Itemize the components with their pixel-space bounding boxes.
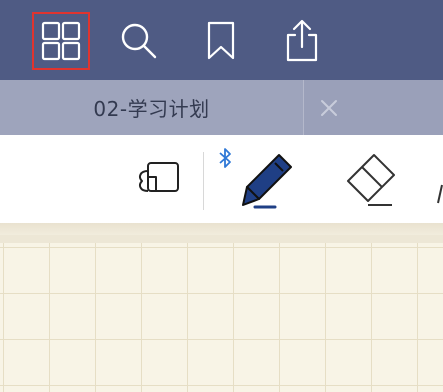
tab-label: 02-学习计划 [93, 97, 210, 121]
search-icon [121, 23, 157, 59]
tab-close-button[interactable] [306, 80, 352, 135]
grid-paper-canvas[interactable] [0, 243, 443, 392]
share-icon [286, 19, 318, 62]
bluetooth-icon [218, 147, 232, 169]
eraser-tool-button[interactable] [338, 149, 402, 211]
pen-icon [242, 154, 292, 209]
eraser-icon [347, 154, 395, 206]
top-navigation-bar [0, 0, 443, 80]
tab-bar: 02-学习计划 [0, 80, 443, 135]
pencil-icon [437, 184, 443, 204]
lasso-icon [139, 162, 179, 192]
search-button[interactable] [110, 12, 168, 70]
next-tool-button[interactable] [428, 175, 443, 205]
grid-icon [41, 21, 81, 61]
share-button[interactable] [273, 12, 331, 70]
pen-tool-button[interactable] [235, 149, 299, 211]
toolbar-divider [203, 152, 204, 210]
bookmark-button[interactable] [192, 12, 250, 70]
page-overview-button[interactable] [32, 12, 90, 70]
lasso-tool-button[interactable] [132, 157, 186, 201]
drawing-toolbar [0, 135, 443, 223]
toolbar-shadow [0, 223, 443, 235]
close-icon [321, 99, 337, 116]
bookmark-icon [207, 21, 235, 60]
tab-document[interactable]: 02-学习计划 [0, 80, 304, 135]
